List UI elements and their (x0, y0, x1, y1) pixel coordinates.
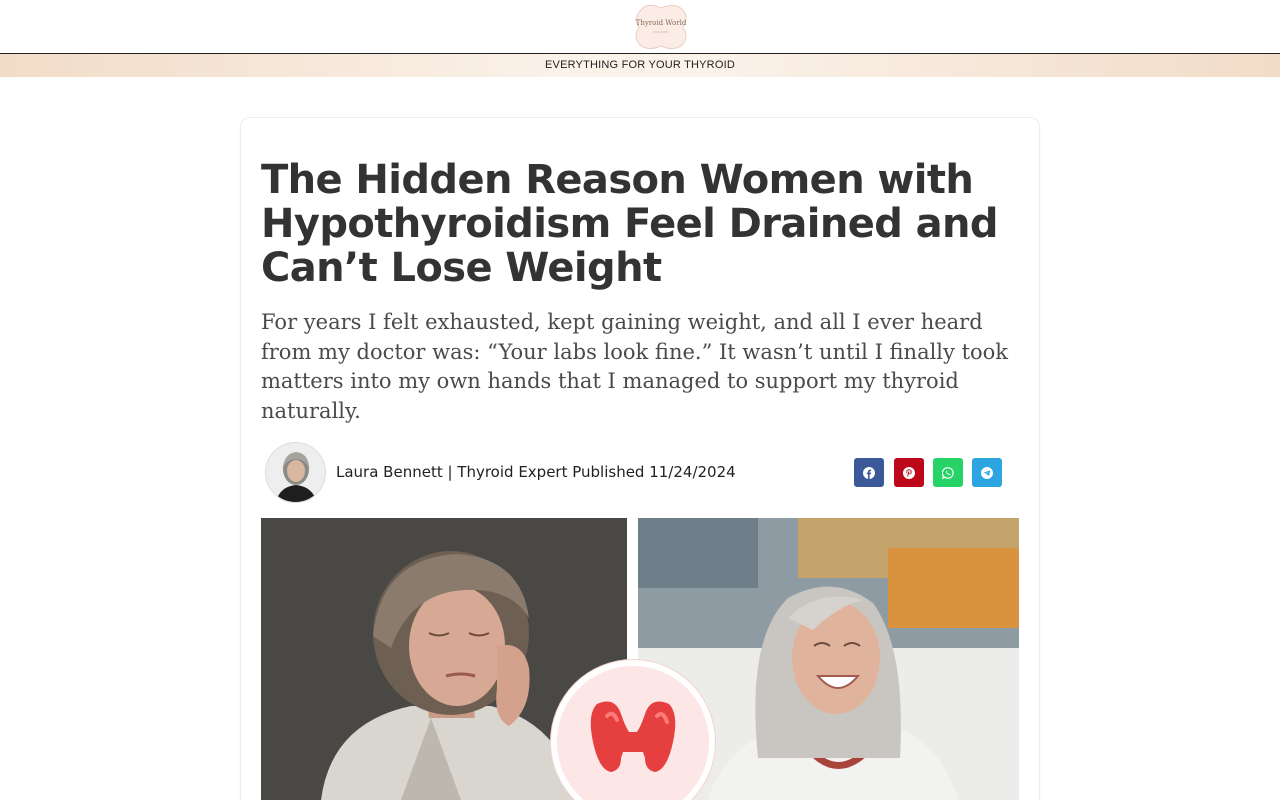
hero-image (261, 518, 1019, 800)
thyroid-gland-icon (557, 666, 709, 800)
thyroid-badge (551, 660, 715, 800)
site-header: Thyroid World (0, 0, 1280, 54)
logo-icon (635, 4, 687, 50)
share-facebook-button[interactable] (854, 458, 884, 487)
facebook-icon (863, 466, 875, 479)
share-telegram-button[interactable] (972, 458, 1002, 487)
author-byline: Laura Bennett | Thyroid Expert Published… (336, 463, 736, 481)
article-subtitle: For years I felt exhausted, kept gaining… (261, 310, 1009, 423)
logo-text: Thyroid World (635, 19, 687, 27)
share-pinterest-button[interactable] (894, 458, 924, 487)
author-avatar (265, 442, 326, 503)
whatsapp-icon (942, 466, 954, 479)
pinterest-icon (903, 466, 915, 479)
author-photo (266, 443, 325, 502)
tagline-bar: EVERYTHING FOR YOUR THYROID (0, 54, 1280, 77)
share-whatsapp-button[interactable] (933, 458, 963, 487)
tagline: EVERYTHING FOR YOUR THYROID (545, 59, 735, 71)
telegram-icon (981, 466, 993, 479)
article-title: The Hidden Reason Women with Hypothyroid… (261, 157, 999, 291)
site-logo[interactable]: Thyroid World (633, 2, 689, 52)
